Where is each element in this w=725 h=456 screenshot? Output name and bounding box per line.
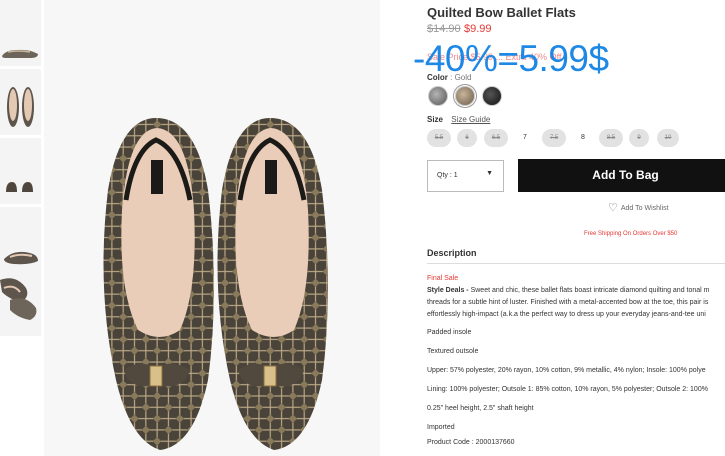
size-option-7[interactable]: 7 [517, 129, 533, 147]
detail-textured-outsole: Textured outsole [427, 348, 479, 355]
size-option-10[interactable]: 10 [657, 129, 679, 147]
quantity-value: Qty : 1 [437, 172, 458, 179]
wishlist-label: Add To Wishlist [620, 205, 669, 212]
thumbnail-top-view[interactable] [0, 69, 41, 135]
thumbnail-side-view[interactable] [0, 0, 41, 66]
style-deals-label: Style Deals - [427, 287, 471, 294]
final-sale-label: Final Sale [427, 275, 459, 282]
color-swatch-black[interactable] [482, 86, 502, 106]
main-product-image[interactable] [44, 0, 380, 456]
detail-product-code: Product Code : 2000137660 [427, 439, 515, 446]
color-selector-label: Color : Gold [427, 73, 471, 82]
size-option-9[interactable]: 9 [629, 129, 649, 147]
thumbnail-angle-view[interactable] [0, 207, 41, 273]
color-label: Color [427, 73, 448, 82]
sale-price: $9.99 [464, 23, 492, 35]
description-intro-line-1: Style Deals - Sweet and chic, these ball… [427, 286, 710, 296]
size-option-5-5[interactable]: 5.5 [427, 129, 451, 147]
chevron-down-icon: ▼ [486, 170, 493, 177]
product-title: Quilted Bow Ballet Flats [427, 5, 576, 20]
thumbnail-gallery [0, 0, 41, 336]
size-label: Size [427, 115, 444, 124]
product-info-panel: Quilted Bow Ballet Flats $14.90 $9.99 Sa… [413, 0, 725, 456]
detail-heel-height: 0.25" heel height, 2.5" shaft height [427, 405, 534, 412]
color-swatch-silver[interactable] [428, 86, 448, 106]
size-option-8-5[interactable]: 8.5 [599, 129, 623, 147]
size-guide-link[interactable]: Size Guide [451, 115, 490, 124]
color-separator: : [447, 73, 455, 82]
description-intro-line-2: threads for a subtle hint of luster. Fin… [427, 299, 709, 306]
description-intro-line-3: effortlessly high-impact (a.k.a the perf… [427, 311, 706, 318]
color-selected-value: Gold [454, 73, 472, 82]
size-option-8[interactable]: 8 [575, 129, 591, 147]
detail-padded-insole: Padded insole [427, 329, 472, 336]
description-heading: Description [427, 248, 477, 258]
size-option-7-5[interactable]: 7.5 [542, 129, 566, 147]
original-price: $14.90 [427, 23, 461, 35]
description-divider [427, 263, 725, 264]
color-swatch-gold[interactable] [455, 86, 475, 106]
intro-text-1: Sweet and chic, these ballet flats boast… [470, 287, 710, 294]
heart-icon: ♡ [608, 202, 618, 214]
quantity-select[interactable]: Qty : 1 ▼ [427, 160, 504, 192]
add-to-bag-button[interactable]: Add To Bag [518, 159, 725, 192]
thumbnail-pair-view[interactable] [0, 270, 41, 336]
free-shipping-notice: Free Shipping On Orders Over $50 [584, 231, 678, 237]
size-selector-label: Size Size Guide [427, 115, 490, 124]
ballet-flats-illustration [44, 0, 380, 456]
add-to-wishlist-link[interactable]: ♡ Add To Wishlist [608, 201, 669, 214]
thumbnail-front-view[interactable] [0, 138, 41, 204]
detail-imported: Imported [427, 424, 455, 431]
detail-upper-materials: Upper: 57% polyester, 20% rayon, 10% cot… [427, 367, 706, 374]
detail-lining-materials: Lining: 100% polyester; Outsole 1: 85% c… [427, 386, 708, 393]
size-option-6[interactable]: 6 [457, 129, 477, 147]
size-option-6-5[interactable]: 6.5 [484, 129, 508, 147]
